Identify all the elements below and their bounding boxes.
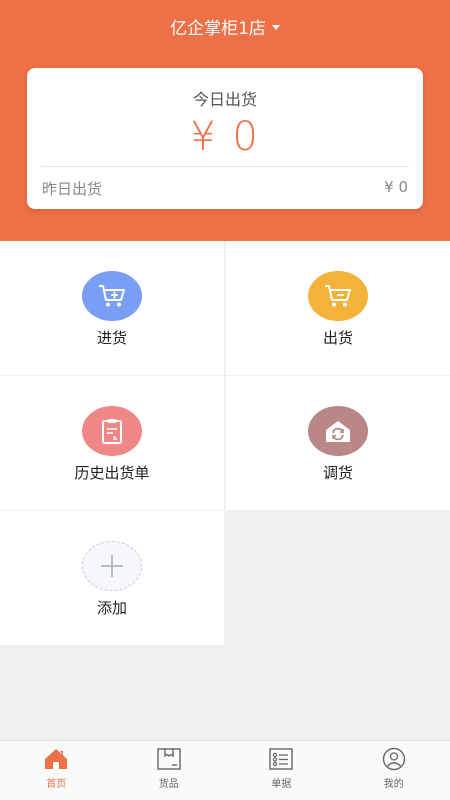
add-shortcut-label: 添加 [96, 599, 127, 617]
stock-out-button[interactable]: 出货 [226, 241, 450, 375]
yesterday-amount: ¥ 0 [384, 178, 408, 196]
home-icon [45, 749, 68, 769]
tab-orders-label: 单据 [271, 779, 292, 790]
today-amount: ¥ 0 [190, 114, 260, 160]
list-icon [269, 748, 293, 770]
tab-goods[interactable]: 货品 [113, 741, 226, 800]
cart-minus-icon [308, 271, 368, 321]
yesterday-label: 昨日出货 [42, 180, 103, 198]
sales-summary-card: 今日出货 ¥ 0 昨日出货 ¥ 0 [27, 68, 423, 209]
today-label: 今日出货 [192, 90, 257, 109]
box-icon [157, 748, 181, 770]
cart-plus-icon [82, 271, 142, 321]
stock-in-label: 进货 [96, 329, 127, 347]
bottom-tab-bar: 首页 货品 单据 我的 [0, 740, 450, 800]
tab-goods-label: 货品 [158, 779, 179, 790]
caret-down-icon [271, 24, 280, 30]
house-refresh-icon [308, 406, 368, 456]
card-divider [41, 166, 409, 167]
tab-mine[interactable]: 我的 [338, 741, 450, 800]
tab-orders[interactable]: 单据 [225, 741, 338, 800]
stock-out-label: 出货 [322, 329, 353, 347]
user-icon [382, 747, 405, 771]
tab-home[interactable]: 首页 [0, 741, 113, 800]
transfer-button[interactable]: 调货 [226, 376, 450, 510]
clipboard-icon [82, 406, 142, 456]
store-selector[interactable]: 亿企掌柜1店 [0, 16, 450, 42]
history-orders-button[interactable]: 历史出货单 [0, 376, 224, 510]
stock-in-button[interactable]: 进货 [0, 241, 224, 375]
transfer-label: 调货 [322, 464, 353, 482]
plus-icon [82, 541, 142, 591]
header-banner: 亿企掌柜1店 今日出货 ¥ 0 昨日出货 ¥ 0 [0, 0, 450, 241]
history-orders-label: 历史出货单 [74, 464, 150, 482]
store-name: 亿企掌柜1店 [170, 19, 266, 39]
tab-mine-label: 我的 [383, 779, 404, 790]
add-shortcut-button[interactable]: 添加 [0, 511, 224, 645]
tab-home-label: 首页 [46, 779, 67, 790]
